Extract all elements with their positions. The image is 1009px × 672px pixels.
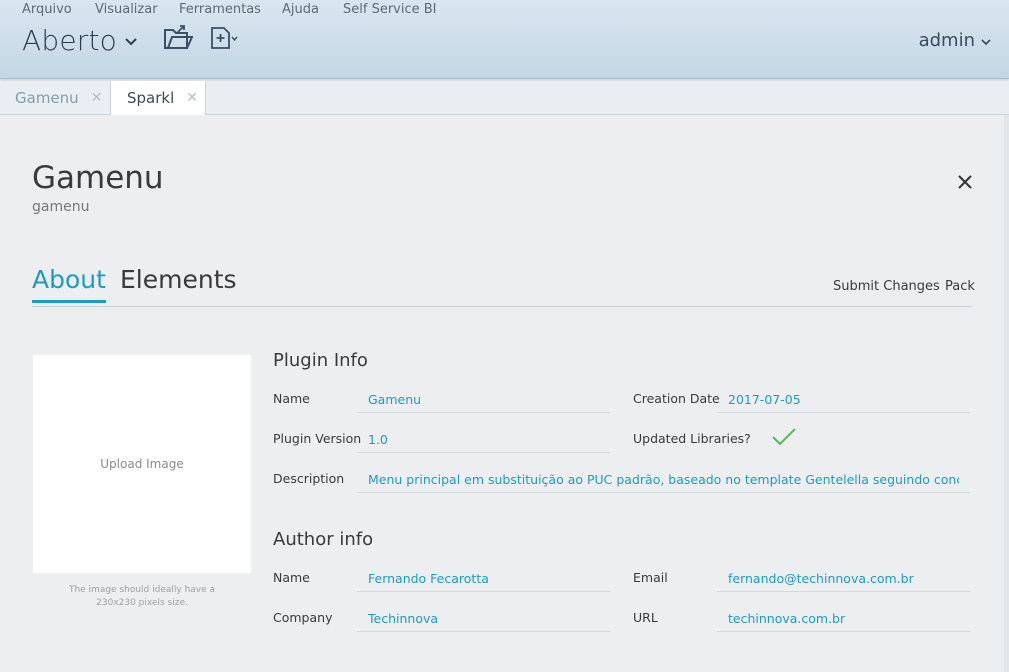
upload-image-label: Upload Image — [100, 457, 184, 471]
menu-bar: Arquivo Visualizar Ferramentas Ajuda Sel… — [0, 0, 700, 20]
author-name-label: Name — [273, 570, 310, 585]
user-name: admin — [918, 30, 975, 51]
page-title: Gamenu — [32, 160, 164, 196]
updated-libraries-label: Updated Libraries? — [633, 431, 751, 446]
perspective-selector[interactable]: Aberto — [22, 20, 137, 60]
email-label: Email — [633, 570, 668, 585]
plugin-name-field[interactable] — [357, 387, 610, 413]
chevron-down-icon — [125, 31, 137, 50]
section-tabs: About Elements — [32, 265, 972, 307]
plugin-info-heading: Plugin Info — [273, 350, 368, 371]
author-name-field[interactable] — [357, 566, 610, 592]
app-header: Arquivo Visualizar Ferramentas Ajuda Sel… — [0, 0, 1009, 79]
menu-self-service-bi[interactable]: Self Service BI — [343, 2, 437, 17]
close-icon[interactable]: ✕ — [91, 90, 103, 106]
perspective-title: Aberto — [22, 23, 117, 57]
new-file-icon[interactable] — [210, 26, 240, 54]
company-label: Company — [273, 610, 333, 625]
pack-button[interactable]: Pack — [945, 279, 975, 294]
tab-about[interactable]: About — [32, 265, 106, 303]
email-field[interactable] — [717, 566, 970, 592]
close-icon[interactable]: ✕ — [186, 90, 198, 106]
tab-label: Sparkl — [127, 89, 175, 107]
menu-ajuda[interactable]: Ajuda — [282, 2, 319, 17]
page-subtitle: gamenu — [32, 199, 90, 215]
close-icon[interactable] — [955, 172, 975, 192]
open-folder-icon[interactable] — [163, 24, 194, 54]
tab-gamenu[interactable]: Gamenu ✕ — [15, 81, 102, 114]
author-info-heading: Author info — [273, 529, 374, 550]
plugin-version-label: Plugin Version — [273, 431, 362, 446]
company-field[interactable] — [357, 606, 610, 632]
url-label: URL — [633, 610, 658, 625]
tab-sparkl[interactable]: Sparkl ✕ — [110, 81, 206, 115]
name-label: Name — [273, 391, 310, 406]
tab-label: Gamenu — [15, 88, 79, 107]
upload-hint: The image should ideally have a 230x230 … — [68, 585, 216, 608]
document-tabs: Gamenu ✕ Sparkl ✕ — [0, 81, 1009, 115]
menu-arquivo[interactable]: Arquivo — [22, 2, 72, 17]
plugin-version-field[interactable] — [357, 427, 610, 453]
submit-changes-button[interactable]: Submit Changes — [833, 279, 940, 294]
url-field[interactable] — [717, 606, 970, 632]
description-label: Description — [273, 471, 345, 486]
creation-date-field[interactable] — [717, 387, 970, 413]
user-menu[interactable]: admin — [919, 30, 991, 51]
chevron-down-icon — [981, 30, 991, 51]
creation-date-label: Creation Date — [633, 391, 720, 406]
upload-image-button[interactable]: Upload Image — [33, 355, 251, 573]
menu-ferramentas[interactable]: Ferramentas — [179, 2, 261, 17]
scrollbar[interactable] — [1004, 115, 1009, 672]
description-field[interactable] — [357, 467, 970, 493]
tab-elements[interactable]: Elements — [120, 265, 237, 300]
checkmark-icon — [771, 427, 797, 451]
menu-visualizar[interactable]: Visualizar — [95, 2, 158, 17]
